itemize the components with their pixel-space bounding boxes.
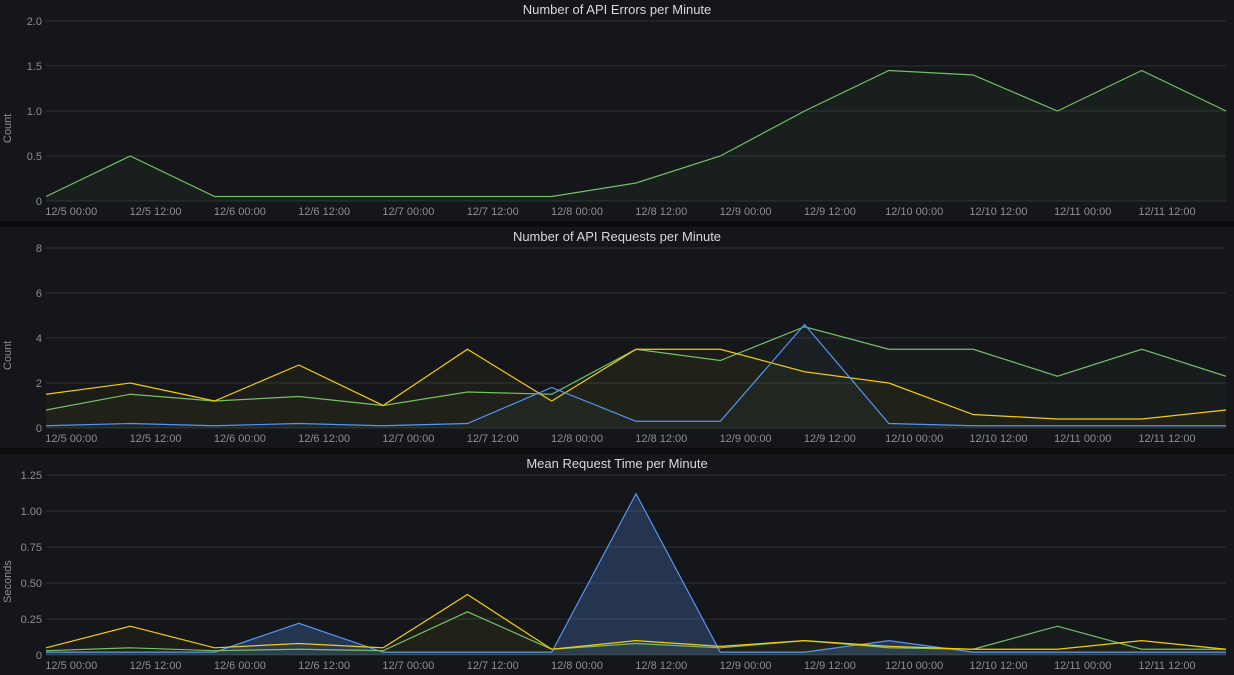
- x-tick-label: 12/5 12:00: [130, 433, 182, 445]
- y-tick-label: 4: [36, 333, 42, 345]
- x-tick-label: 12/7 00:00: [382, 660, 434, 672]
- x-tick-label: 12/9 12:00: [804, 660, 856, 672]
- plot-area[interactable]: Count 0 2 4 6 8 12/5 00:00 12/5 12:00 12/6 00:00…: [0, 244, 1234, 448]
- x-tick-label: 12/11 12:00: [1138, 433, 1195, 445]
- chart-canvas[interactable]: 0 0.5 1.0 1.5 2.0 12/5 00:00 12/5 12:00 12/6 00…: [14, 17, 1234, 221]
- x-tick-label: 12/6 00:00: [214, 433, 266, 445]
- x-tick-label: 12/8 00:00: [551, 206, 603, 218]
- panel-title: Mean Request Time per Minute: [0, 454, 1234, 471]
- plot-area[interactable]: Seconds 0 0.25 0.50 0.75 1.00 1.25 12/5 00:00 12…: [0, 471, 1234, 675]
- y-tick-label: 1.5: [27, 61, 42, 73]
- x-tick-label: 12/6 12:00: [298, 206, 350, 218]
- x-tick-label: 12/8 12:00: [635, 206, 687, 218]
- plot-area[interactable]: Count 0 0.5 1.0 1.5 2.0 12/5 00:00 12/5 12:00 12…: [0, 17, 1234, 221]
- x-tick-label: 12/9 00:00: [720, 206, 772, 218]
- x-tick-label: 12/5 00:00: [45, 206, 97, 218]
- x-tick-label: 12/10 12:00: [969, 660, 1027, 672]
- y-tick-label: 6: [36, 288, 42, 300]
- y-tick-label: 2: [36, 378, 42, 390]
- x-tick-label: 12/6 12:00: [298, 660, 350, 672]
- x-tick-label: 12/5 12:00: [130, 206, 182, 218]
- x-tick-label: 12/11 12:00: [1138, 660, 1195, 672]
- x-tick-label: 12/9 12:00: [804, 433, 856, 445]
- x-tick-label: 12/10 00:00: [885, 660, 943, 672]
- y-tick-label: 0: [36, 650, 42, 662]
- y-tick-label: 0: [36, 196, 42, 208]
- y-axis-label: Seconds: [0, 471, 14, 675]
- x-tick-label: 12/11 00:00: [1054, 206, 1111, 218]
- x-tick-label: 12/9 00:00: [720, 433, 772, 445]
- x-tick-label: 12/9 12:00: [804, 206, 856, 218]
- x-tick-label: 12/7 00:00: [382, 433, 434, 445]
- y-tick-label: 1.0: [27, 106, 42, 118]
- x-tick-label: 12/5 12:00: [130, 660, 182, 672]
- x-tick-label: 12/7 12:00: [467, 206, 519, 218]
- chart-panel[interactable]: Number of API Errors per MinuteCount 0 0.5…: [0, 0, 1234, 221]
- chart-canvas[interactable]: 0 0.25 0.50 0.75 1.00 1.25 12/5 00:00 12/5 12:0…: [14, 471, 1234, 675]
- y-tick-label: 1.00: [21, 506, 42, 518]
- x-tick-label: 12/7 12:00: [467, 660, 519, 672]
- y-tick-label: 1.25: [21, 471, 42, 482]
- x-tick-label: 12/5 00:00: [45, 433, 97, 445]
- y-tick-label: 0.25: [21, 614, 42, 626]
- x-tick-label: 12/11 12:00: [1138, 206, 1195, 218]
- x-tick-label: 12/5 00:00: [45, 660, 97, 672]
- y-axis-label: Count: [0, 17, 14, 221]
- panel-title: Number of API Errors per Minute: [0, 0, 1234, 17]
- dashboard-panels: Number of API Errors per MinuteCount00.5…: [0, 0, 1234, 675]
- chart-canvas[interactable]: 0 2 4 6 8 12/5 00:00 12/5 12:00 12/6 00:00 12/6 …: [14, 244, 1234, 448]
- x-tick-label: 12/11 00:00: [1054, 433, 1111, 445]
- x-tick-label: 12/6 12:00: [298, 433, 350, 445]
- panel-title: Number of API Requests per Minute: [0, 227, 1234, 244]
- y-axis-label: Count: [0, 244, 14, 448]
- y-tick-label: 0.5: [27, 151, 42, 163]
- x-tick-label: 12/10 00:00: [885, 433, 943, 445]
- y-tick-label: 0: [36, 423, 42, 435]
- x-tick-label: 12/6 00:00: [214, 206, 266, 218]
- x-tick-label: 12/11 00:00: [1054, 660, 1111, 672]
- x-tick-label: 12/8 12:00: [635, 660, 687, 672]
- chart-panel[interactable]: Mean Request Time per MinuteSeconds 0 0.25…: [0, 454, 1234, 675]
- y-tick-label: 0.50: [21, 578, 42, 590]
- x-tick-label: 12/10 12:00: [969, 433, 1027, 445]
- y-tick-label: 2.0: [27, 17, 42, 28]
- x-tick-label: 12/6 00:00: [214, 660, 266, 672]
- x-tick-label: 12/8 00:00: [551, 433, 603, 445]
- x-tick-label: 12/8 12:00: [635, 433, 687, 445]
- x-tick-label: 12/7 00:00: [382, 206, 434, 218]
- x-tick-label: 12/9 00:00: [720, 660, 772, 672]
- x-tick-label: 12/10 00:00: [885, 206, 943, 218]
- x-tick-label: 12/10 12:00: [969, 206, 1027, 218]
- chart-panel[interactable]: Number of API Requests per MinuteCount 0 2…: [0, 227, 1234, 448]
- y-tick-label: 8: [36, 244, 42, 255]
- y-tick-label: 0.75: [21, 542, 42, 554]
- x-tick-label: 12/7 12:00: [467, 433, 519, 445]
- x-tick-label: 12/8 00:00: [551, 660, 603, 672]
